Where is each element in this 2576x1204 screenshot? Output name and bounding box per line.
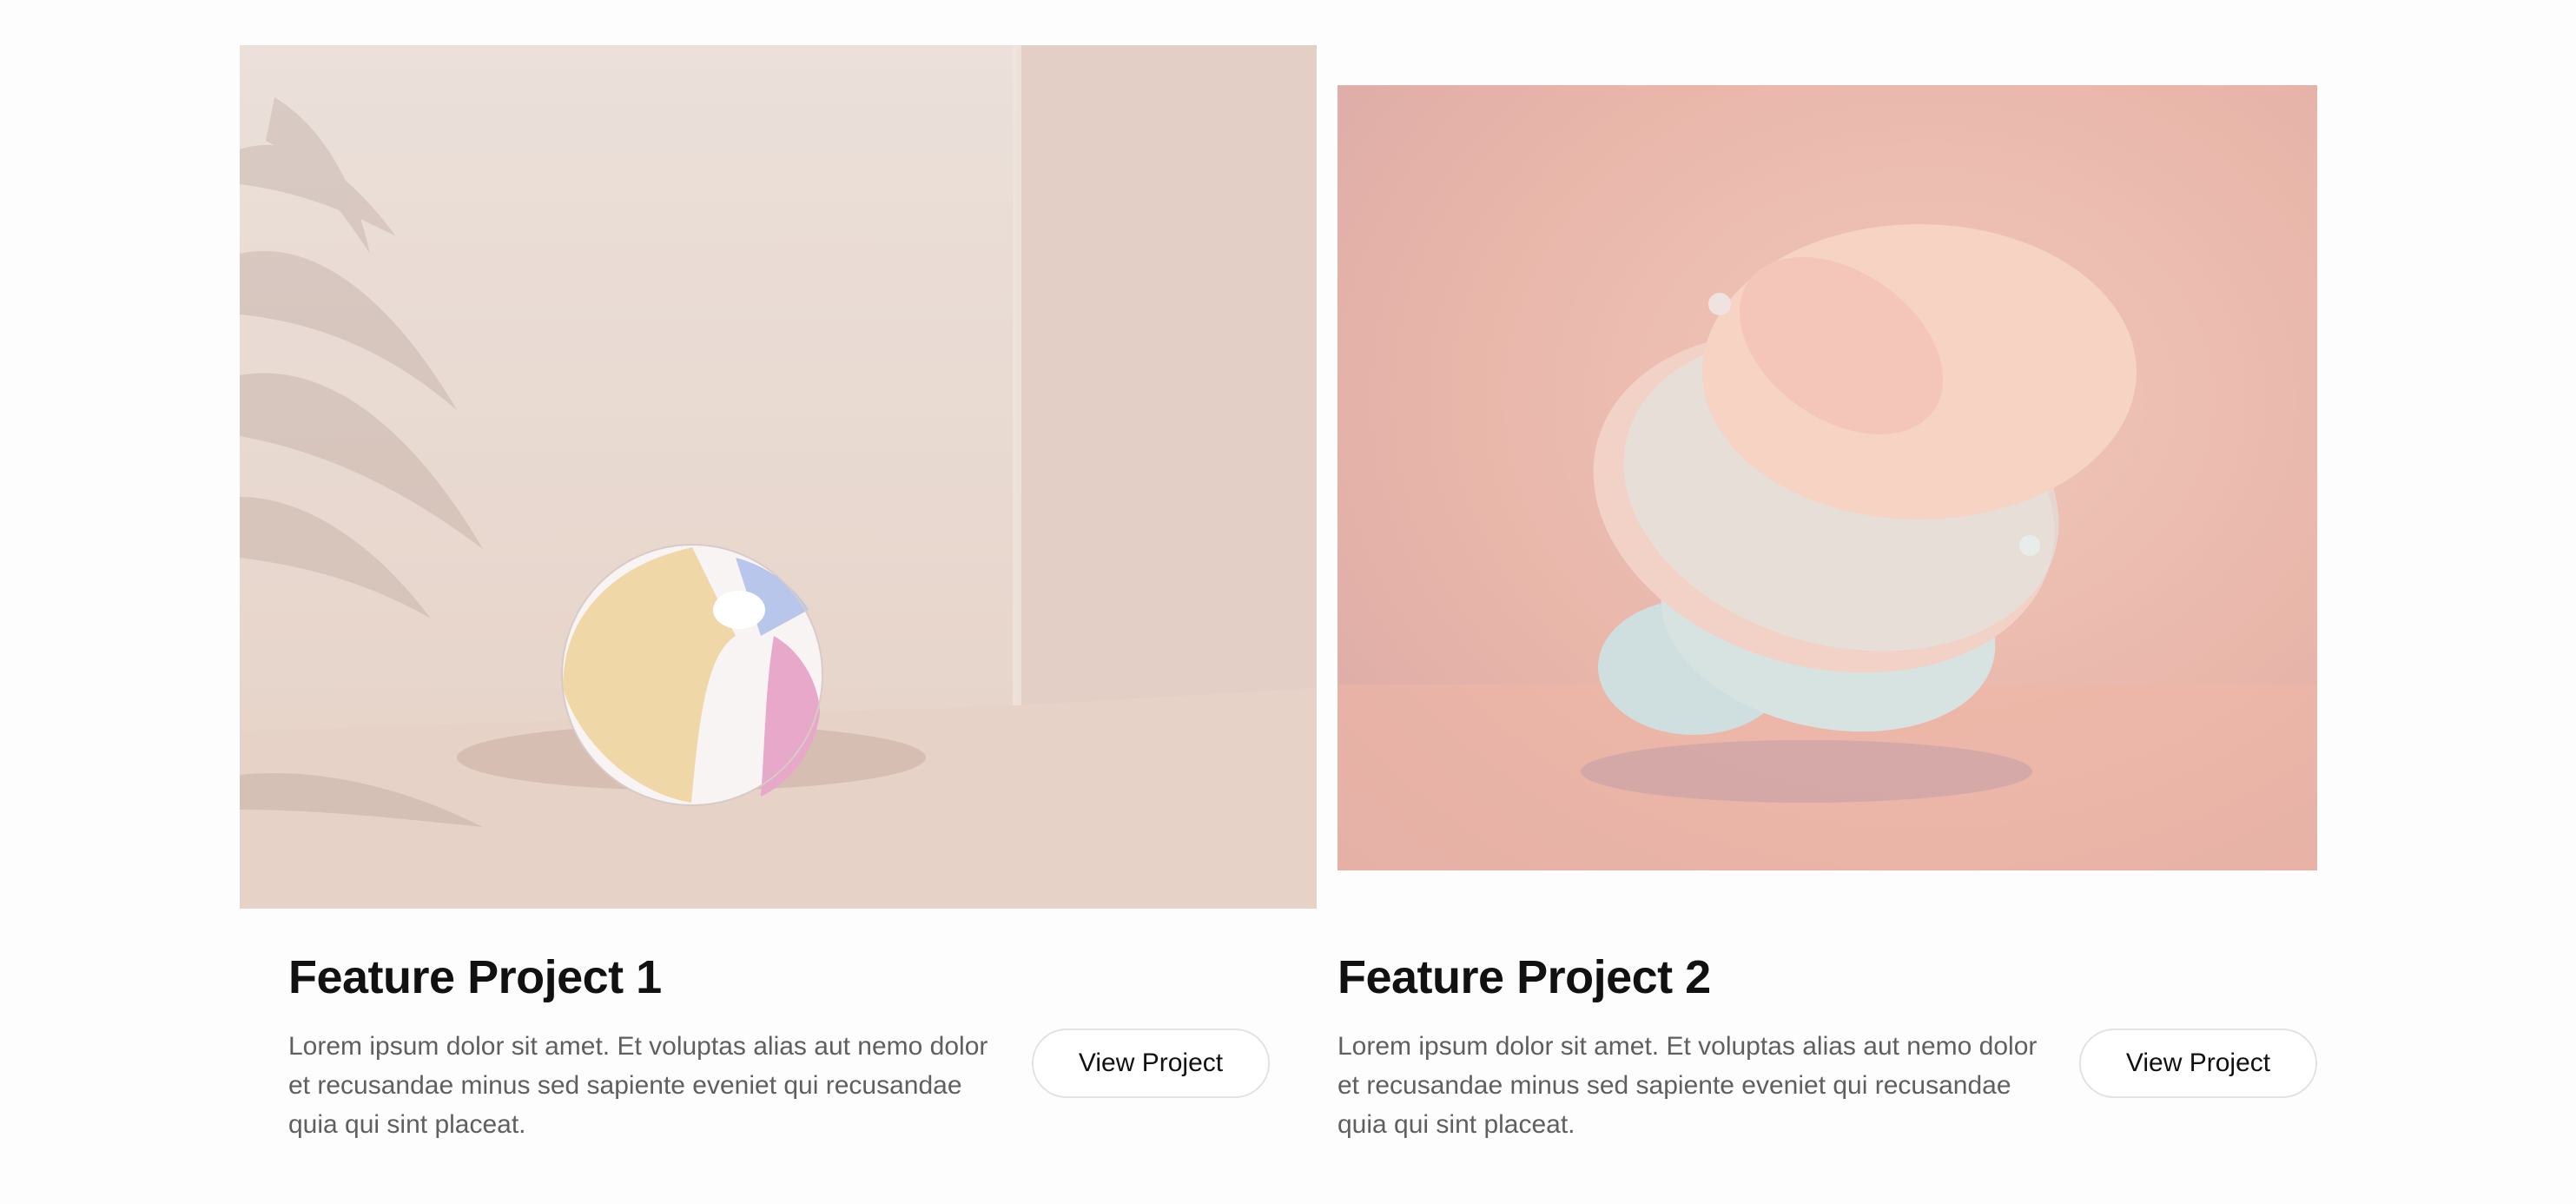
project-2-content: Feature Project 2 Lorem ipsum dolor sit … — [1338, 947, 2317, 1144]
project-2-description: Lorem ipsum dolor sit amet. Et voluptas … — [1338, 1032, 2038, 1139]
project-card-2 — [1338, 85, 2317, 870]
beach-ball-icon — [561, 544, 823, 806]
beach-ball-scene — [240, 45, 1317, 909]
project-2-image[interactable] — [1338, 85, 2317, 870]
view-project-2-button[interactable]: View Project — [2079, 1029, 2317, 1098]
projects-section: Feature Project 1 Lorem ipsum dolor sit … — [0, 0, 2576, 1204]
floating-discs-icon — [1593, 224, 2137, 735]
project-2-row: Lorem ipsum dolor sit amet. Et voluptas … — [1338, 1027, 2317, 1144]
project-1-row: Lorem ipsum dolor sit amet. Et voluptas … — [288, 1027, 1270, 1144]
floating-discs-scene — [1338, 224, 2317, 870]
project-1-description: Lorem ipsum dolor sit amet. Et voluptas … — [288, 1032, 988, 1139]
project-card-1 — [240, 45, 1317, 909]
project-2-title: Feature Project 2 — [1338, 951, 1711, 1003]
project-1-title: Feature Project 1 — [288, 951, 662, 1003]
view-project-1-button[interactable]: View Project — [1032, 1029, 1270, 1098]
project-1-content: Feature Project 1 Lorem ipsum dolor sit … — [288, 947, 1270, 1144]
project-1-image[interactable] — [240, 45, 1317, 909]
